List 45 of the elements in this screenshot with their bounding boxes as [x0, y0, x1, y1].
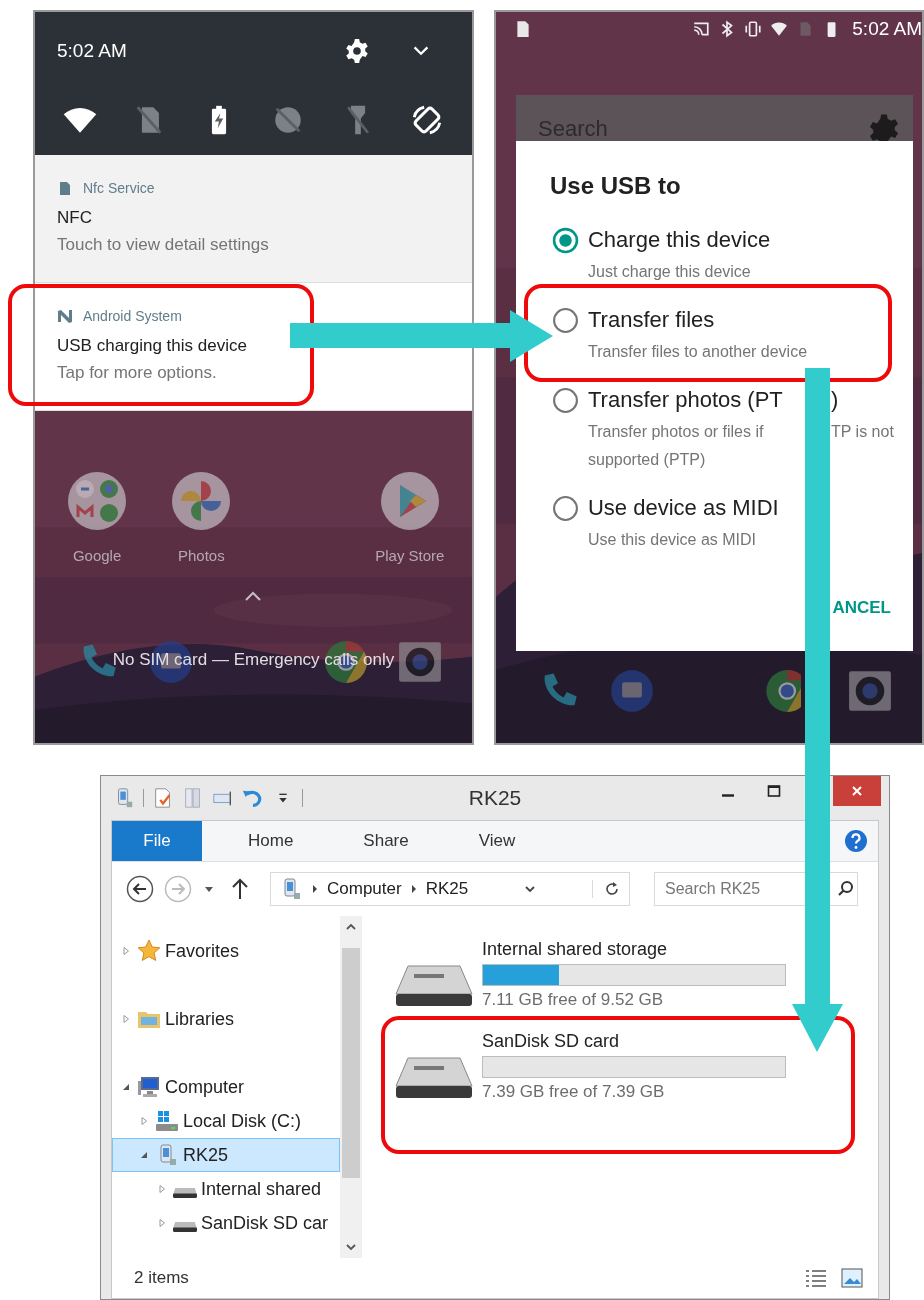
item-count: 2 items [134, 1268, 189, 1288]
app-label: Google [72, 547, 122, 564]
drive-name[interactable]: Internal shared storage [482, 938, 786, 960]
dialog-title: Use USB to [550, 171, 682, 201]
clock: 5:02 AM [57, 40, 127, 62]
notification[interactable]: Nfc Service NFC Touch to view detail settings [35, 155, 472, 283]
free-space-text: 7.39 GB free of 7.39 GB [482, 1081, 666, 1102]
option-description: Transfer photos or files if [588, 422, 765, 442]
tree-item[interactable]: Local Disk (C:) [112, 1104, 340, 1138]
option-description: Transfer files to another device [588, 342, 808, 362]
ribbon-tab[interactable]: Home [202, 821, 318, 861]
notification-title: USB charging this device [57, 336, 248, 356]
breadcrumb[interactable]: Computer [327, 879, 402, 899]
app-label: Photos [178, 547, 225, 564]
option-title[interactable]: Transfer photos (PT [588, 385, 801, 415]
ribbon-tab[interactable]: Share [317, 821, 433, 861]
notification-title: NFC [57, 208, 93, 228]
notification-text: Tap for more options. [57, 363, 218, 383]
address-bar[interactable]: Computer RK25 [270, 872, 630, 906]
drive-name[interactable]: SanDisk SD card [482, 1030, 786, 1052]
tree-item[interactable]: RK25 [112, 1138, 340, 1172]
app-label: Play Store [375, 547, 445, 564]
option-description: Use this device as MIDI [588, 530, 757, 550]
option-title[interactable]: Use device as MIDI [588, 493, 779, 523]
option-description: supported (PTP) [588, 450, 706, 470]
option-title[interactable]: Charge this device [588, 225, 771, 255]
option-title[interactable]: Transfer files [588, 305, 715, 335]
tree-item[interactable]: Computer [112, 1070, 340, 1104]
tree-item[interactable]: Favorites [112, 934, 340, 968]
ribbon-tab[interactable]: View [432, 821, 540, 861]
breadcrumb[interactable]: RK25 [425, 879, 469, 899]
option-description: Just charge this device [588, 262, 751, 282]
tree-item[interactable]: Internal shared [112, 1172, 340, 1206]
app-name: Nfc Service [83, 180, 155, 196]
cancel-button[interactable]: ANCEL [832, 598, 891, 618]
notification-text: Touch to view detail settings [57, 235, 270, 255]
app-name: Android System [83, 308, 182, 324]
window-title: RK25 [468, 786, 522, 810]
option-title[interactable]: ) [831, 385, 839, 415]
clock: 5:02 AM [852, 17, 922, 40]
option-description: TP is not [831, 422, 894, 442]
file-menu-button[interactable]: File [112, 821, 202, 861]
free-space-text: 7.11 GB free of 9.52 GB [482, 989, 665, 1010]
tree-item[interactable]: SanDisk SD car [112, 1206, 340, 1240]
tree-item[interactable]: Libraries [112, 1002, 340, 1036]
